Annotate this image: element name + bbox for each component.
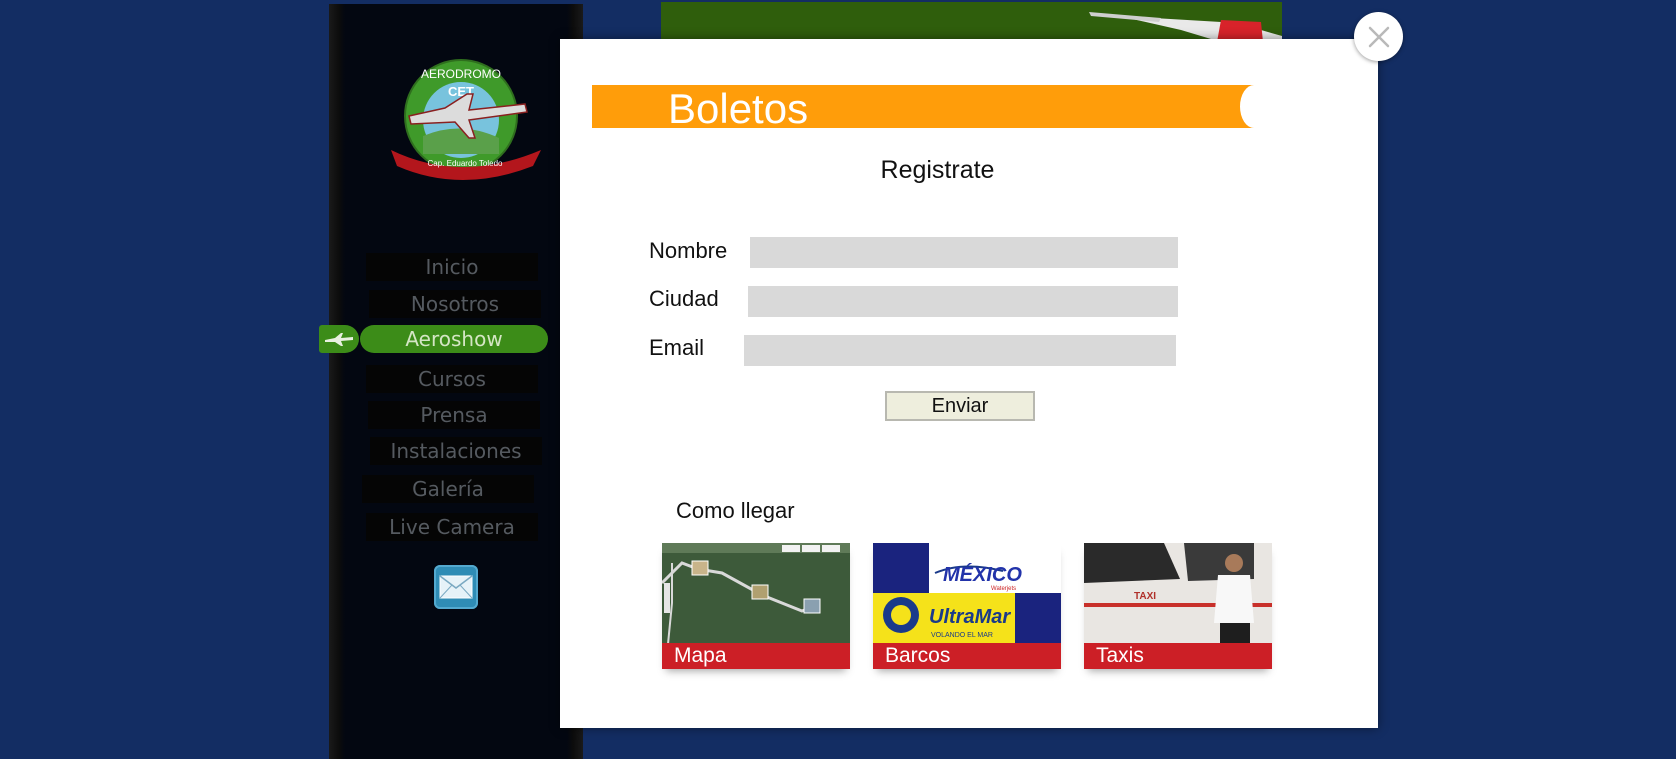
svg-text:AERODROMO: AERODROMO xyxy=(421,67,501,81)
svg-text:MÉXICO: MÉXICO xyxy=(943,563,1022,586)
aerodromo-logo[interactable]: AERODROMO CET Cap. Eduardo Toledo xyxy=(385,54,545,186)
nombre-input[interactable] xyxy=(750,237,1178,268)
card-label-taxis: Taxis xyxy=(1084,643,1272,669)
taxi-photo: TAXI xyxy=(1084,543,1272,644)
nav-item-prensa[interactable]: Prensa xyxy=(368,401,540,429)
mail-icon[interactable] xyxy=(434,565,478,609)
plane-icon xyxy=(319,325,359,353)
nav-item-cursos[interactable]: Cursos xyxy=(366,365,538,393)
nav-item-aeroshow[interactable]: Aeroshow xyxy=(360,325,548,353)
map-thumbnail xyxy=(662,543,850,644)
nav-item-inicio[interactable]: Inicio xyxy=(366,253,538,281)
svg-text:Cap. Eduardo Toledo: Cap. Eduardo Toledo xyxy=(427,159,503,168)
svg-text:UltraMar: UltraMar xyxy=(929,606,1011,628)
nav-item-live-camera[interactable]: Live Camera xyxy=(366,513,538,541)
ferry-logos-thumbnail: MÉXICO Waterjets UltraMar VOLANDO EL MAR xyxy=(873,543,1061,644)
form-title: Registrate xyxy=(880,156,995,184)
svg-text:TAXI: TAXI xyxy=(1134,591,1156,602)
card-label-mapa: Mapa xyxy=(662,643,850,669)
card-barcos[interactable]: MÉXICO Waterjets UltraMar VOLANDO EL MAR… xyxy=(873,543,1061,669)
header-strip xyxy=(661,2,1282,42)
nav-item-nosotros[interactable]: Nosotros xyxy=(369,290,541,318)
email-input[interactable] xyxy=(744,335,1176,366)
nav-item-galeria[interactable]: Galería xyxy=(362,475,534,503)
svg-text:VOLANDO EL MAR: VOLANDO EL MAR xyxy=(931,632,993,639)
enviar-button[interactable]: Enviar xyxy=(885,391,1035,421)
directions-title: Como llegar xyxy=(676,498,795,523)
ciudad-label: Ciudad xyxy=(649,286,719,311)
close-icon xyxy=(1368,26,1389,47)
banner-notch xyxy=(1240,85,1268,128)
email-label: Email xyxy=(649,335,705,360)
banner-title: Boletos xyxy=(668,85,809,132)
ciudad-input[interactable] xyxy=(748,286,1178,317)
svg-text:Waterjets: Waterjets xyxy=(991,586,1016,592)
nombre-label: Nombre xyxy=(649,238,728,263)
close-button[interactable] xyxy=(1354,12,1403,61)
card-label-barcos: Barcos xyxy=(873,643,1061,669)
card-taxis[interactable]: TAXI Taxis xyxy=(1084,543,1272,669)
card-mapa[interactable]: Mapa xyxy=(662,543,850,669)
nav-item-instalaciones[interactable]: Instalaciones xyxy=(370,437,542,465)
